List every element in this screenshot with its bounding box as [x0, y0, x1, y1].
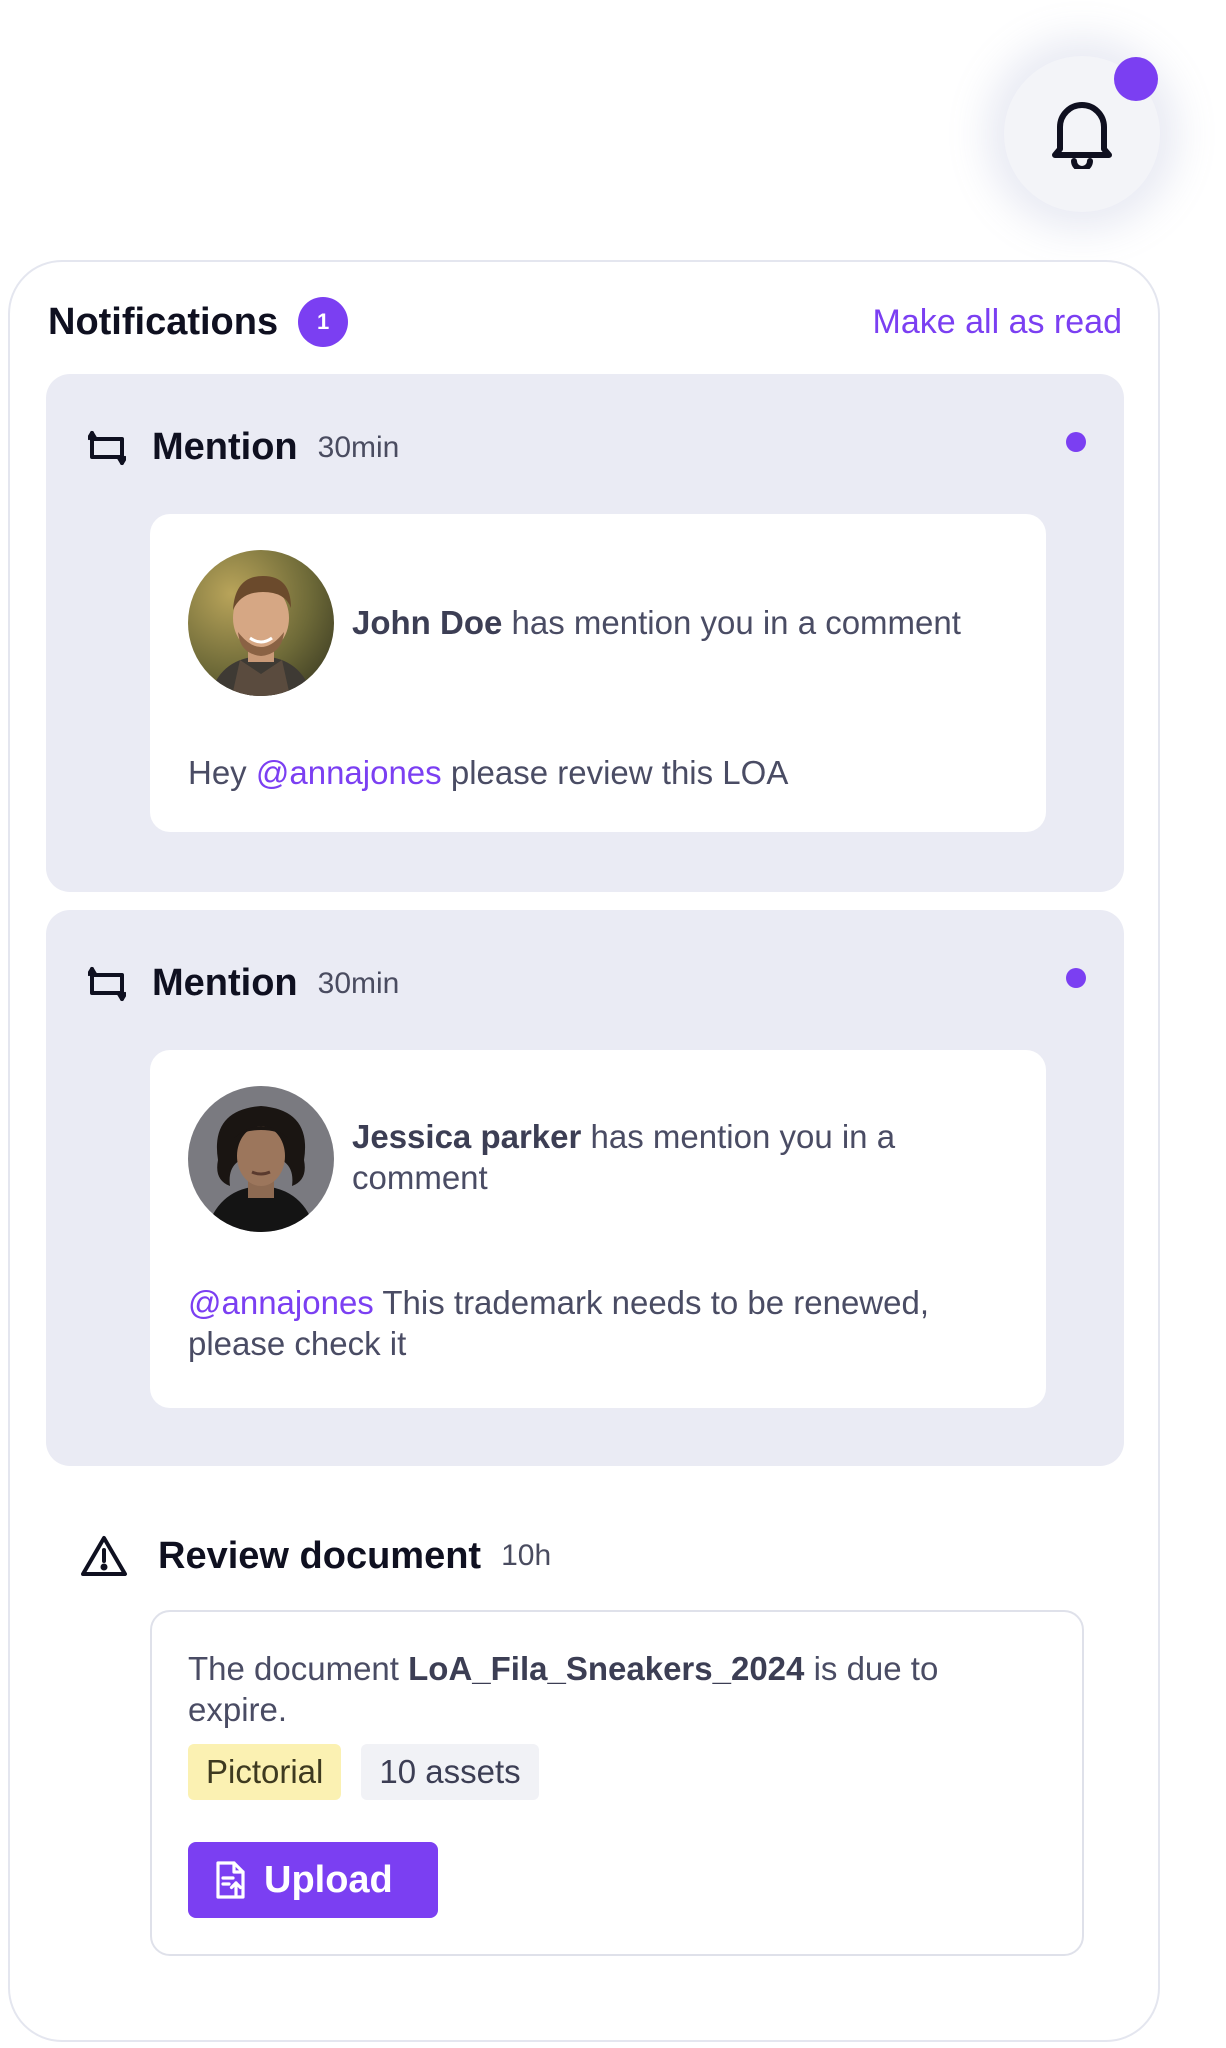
notification-type: Mention	[152, 426, 298, 468]
mention-action: has mention you in a comment	[511, 604, 961, 641]
comment-text: @annajones This trademark needs to be re…	[188, 1282, 986, 1364]
bell-icon	[1050, 95, 1114, 174]
upload-button-label: Upload	[264, 1858, 393, 1901]
review-text-prefix: The document	[188, 1650, 399, 1687]
mention-tag[interactable]: @annajones	[256, 754, 442, 791]
notification-item[interactable]: Mention 30min John Doe has mention you i…	[46, 374, 1124, 892]
notifications-panel: Notifications 1 Make all as read Mention…	[8, 260, 1160, 2042]
notification-time: 30min	[317, 430, 400, 464]
tag-assets-count: 10 assets	[361, 1744, 539, 1800]
document-upload-icon	[214, 1861, 246, 1899]
notification-type: Mention	[152, 962, 298, 1004]
upload-button[interactable]: Upload	[188, 1842, 438, 1918]
avatar	[188, 550, 334, 696]
tag-list: Pictorial 10 assets	[188, 1744, 559, 1800]
notification-time: 30min	[317, 966, 400, 1000]
notification-time: 10h	[501, 1539, 552, 1572]
notification-header: Mention 30min	[88, 962, 399, 1005]
review-header: Review document 10h	[80, 1534, 551, 1578]
unread-indicator	[1114, 57, 1158, 101]
notification-header: Mention 30min	[88, 426, 399, 469]
mention-summary: Jessica parker has mention you in a comm…	[352, 1116, 1006, 1198]
notification-item[interactable]: Mention 30min Jessica parker has mention…	[46, 910, 1124, 1466]
warning-icon	[80, 1534, 128, 1578]
avatar	[188, 1086, 334, 1232]
count-badge: 1	[298, 297, 349, 347]
unread-dot	[1066, 968, 1086, 988]
mention-tag[interactable]: @annajones	[188, 1284, 374, 1321]
author-name[interactable]: Jessica parker	[352, 1118, 581, 1155]
review-message: The document LoA_Fila_Sneakers_2024 is d…	[188, 1648, 1022, 1730]
unread-dot	[1066, 432, 1086, 452]
tag-pictorial: Pictorial	[188, 1744, 342, 1800]
mention-icon	[88, 965, 126, 1003]
document-name[interactable]: LoA_Fila_Sneakers_2024	[408, 1650, 804, 1687]
comment-body: please review this LOA	[450, 754, 789, 791]
panel-title: Notifications	[48, 300, 279, 343]
mention-icon	[88, 429, 126, 467]
comment-prefix: Hey	[188, 754, 247, 791]
review-card: The document LoA_Fila_Sneakers_2024 is d…	[150, 1610, 1084, 1956]
comment-text: Hey @annajones please review this LOA	[188, 752, 986, 793]
author-name[interactable]: John Doe	[352, 604, 502, 641]
mention-summary: John Doe has mention you in a comment	[352, 602, 1006, 643]
mark-all-read-link[interactable]: Make all as read	[873, 303, 1122, 342]
panel-header: Notifications 1 Make all as read	[48, 294, 1122, 350]
notification-type: Review document	[158, 1534, 482, 1577]
mention-card: John Doe has mention you in a comment He…	[150, 514, 1046, 832]
mention-card: Jessica parker has mention you in a comm…	[150, 1050, 1046, 1408]
